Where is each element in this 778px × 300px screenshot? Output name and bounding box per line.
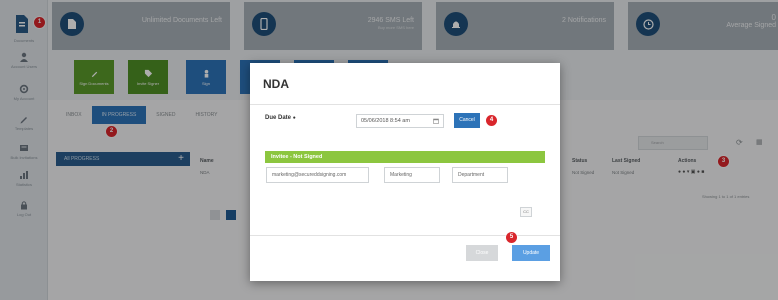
modal-title: NDA (263, 77, 289, 91)
invitee-email-field[interactable]: marketing@secureddsigning.com (266, 167, 369, 183)
step-badge-4: 4 (486, 115, 497, 126)
calendar-icon[interactable] (433, 118, 439, 124)
due-date-label: Due Date ● (265, 115, 296, 121)
due-date-value: 05/06/2018 8:54 am (361, 118, 410, 124)
invitee-role-field[interactable]: Marketing (384, 167, 440, 183)
close-button[interactable]: Close (466, 245, 498, 261)
invitee-department-field[interactable]: Department (452, 167, 508, 183)
due-date-input[interactable]: 05/06/2018 8:54 am (356, 114, 444, 128)
invitee-status-bar: Invitee - Not Signed (265, 151, 545, 163)
modal-header: NDA (250, 63, 560, 105)
due-date-text: Due Date (265, 115, 292, 121)
nda-modal: NDA Due Date ● 05/06/2018 8:54 am Cancel… (250, 63, 560, 281)
update-button[interactable]: Update (512, 245, 550, 261)
step-badge-5: 5 (506, 232, 517, 243)
cc-button[interactable]: CC (520, 207, 532, 217)
info-icon[interactable]: ● (293, 115, 296, 121)
cancel-due-date-button[interactable]: Cancel (454, 113, 480, 128)
